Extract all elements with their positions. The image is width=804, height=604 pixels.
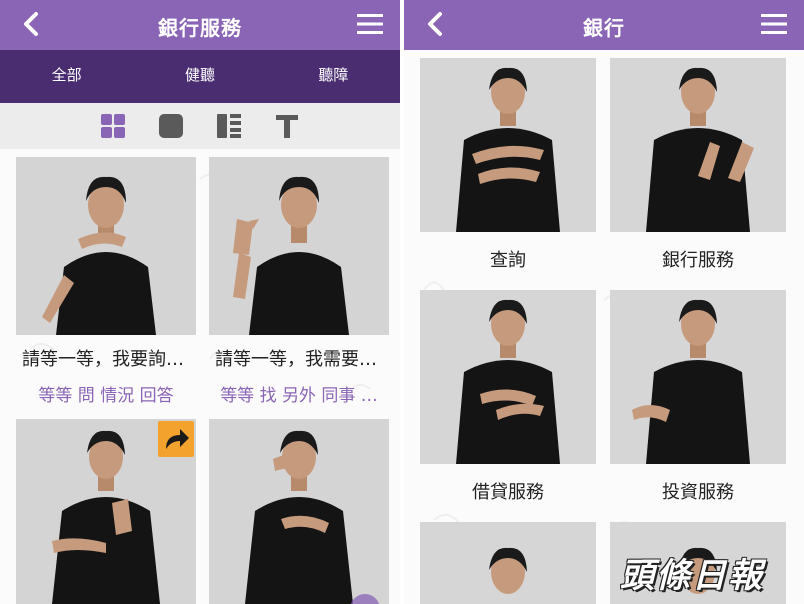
tab-deaf[interactable]: 聽障 <box>267 50 400 103</box>
sign-video-thumbnail[interactable] <box>209 157 389 335</box>
grid-view-icon[interactable] <box>100 113 126 139</box>
sign-keywords: 等等 問 情況 回答 <box>38 386 174 406</box>
watermark-text: 頭條日報 <box>620 556 764 596</box>
sign-card[interactable] <box>16 419 196 604</box>
category-tabs: 全部 健聽 聽障 <box>0 50 400 106</box>
page-title: 銀行服務 <box>158 16 242 40</box>
signer-figure <box>209 419 389 604</box>
tab-hearing[interactable]: 健聽 <box>133 50 266 103</box>
vocab-caption: 投資服務 <box>662 482 734 503</box>
sign-caption: 請等一等，我需要… <box>215 349 377 370</box>
sign-video-thumbnail[interactable] <box>420 58 596 232</box>
vocab-caption: 銀行服務 <box>662 250 734 271</box>
signer-figure <box>209 157 389 335</box>
tab-all[interactable]: 全部 <box>0 50 134 106</box>
vocab-card[interactable]: 投資服務 <box>610 290 786 516</box>
vocab-card[interactable]: 銀行服務 <box>610 58 786 284</box>
sign-video-thumbnail[interactable] <box>610 58 786 232</box>
page-title: 銀行 <box>583 16 625 40</box>
newspaper-watermark: 頭條日報 <box>620 548 796 596</box>
sign-card[interactable]: 請等一等，我需要… 等等 找 另外 同事 … <box>209 157 389 417</box>
hamburger-menu-icon[interactable] <box>356 12 384 36</box>
single-view-icon[interactable] <box>158 113 184 139</box>
right-screen: 銀行 查詢 銀行服務 借貸服務 投資服務 <box>404 0 804 604</box>
sign-video-thumbnail[interactable] <box>16 157 196 335</box>
hamburger-menu-icon[interactable] <box>760 12 788 36</box>
sign-card[interactable] <box>209 419 389 604</box>
sign-card[interactable]: 請等一等，我要詢… 等等 問 情況 回答 <box>16 157 196 417</box>
share-arrow-icon <box>166 429 189 449</box>
share-button[interactable] <box>158 421 194 457</box>
sign-video-thumbnail[interactable] <box>420 522 596 604</box>
vocabulary-grid: 查詢 銀行服務 借貸服務 投資服務 <box>404 50 804 604</box>
sign-video-thumbnail[interactable] <box>209 419 389 604</box>
vocab-caption: 借貸服務 <box>472 482 544 503</box>
vocab-card[interactable]: 借貸服務 <box>420 290 596 516</box>
vocab-caption: 查詢 <box>490 250 526 271</box>
signer-figure <box>420 290 596 464</box>
left-screen: 銀行服務 全部 健聽 聽障 請等一等，我要詢… 等等 問 情況 回答 請等一等，… <box>0 0 400 604</box>
signer-figure <box>610 58 786 232</box>
signer-figure <box>420 522 596 604</box>
view-mode-bar <box>0 103 400 149</box>
signer-figure <box>420 58 596 232</box>
list-view-icon[interactable] <box>216 113 242 139</box>
sign-keywords: 等等 找 另外 同事 … <box>220 386 378 406</box>
signer-figure <box>610 290 786 464</box>
text-view-icon[interactable] <box>274 113 300 139</box>
signer-figure <box>16 157 196 335</box>
sign-grid: 請等一等，我要詢… 等等 問 情況 回答 請等一等，我需要… 等等 找 另外 同… <box>0 149 400 604</box>
vocab-card[interactable] <box>420 522 596 604</box>
vocab-card[interactable]: 查詢 <box>420 58 596 284</box>
header-bar: 銀行 <box>404 0 804 50</box>
sign-caption: 請等一等，我要詢… <box>22 349 184 370</box>
sign-video-thumbnail[interactable] <box>420 290 596 464</box>
sign-video-thumbnail[interactable] <box>610 290 786 464</box>
header-bar: 銀行服務 <box>0 0 400 50</box>
